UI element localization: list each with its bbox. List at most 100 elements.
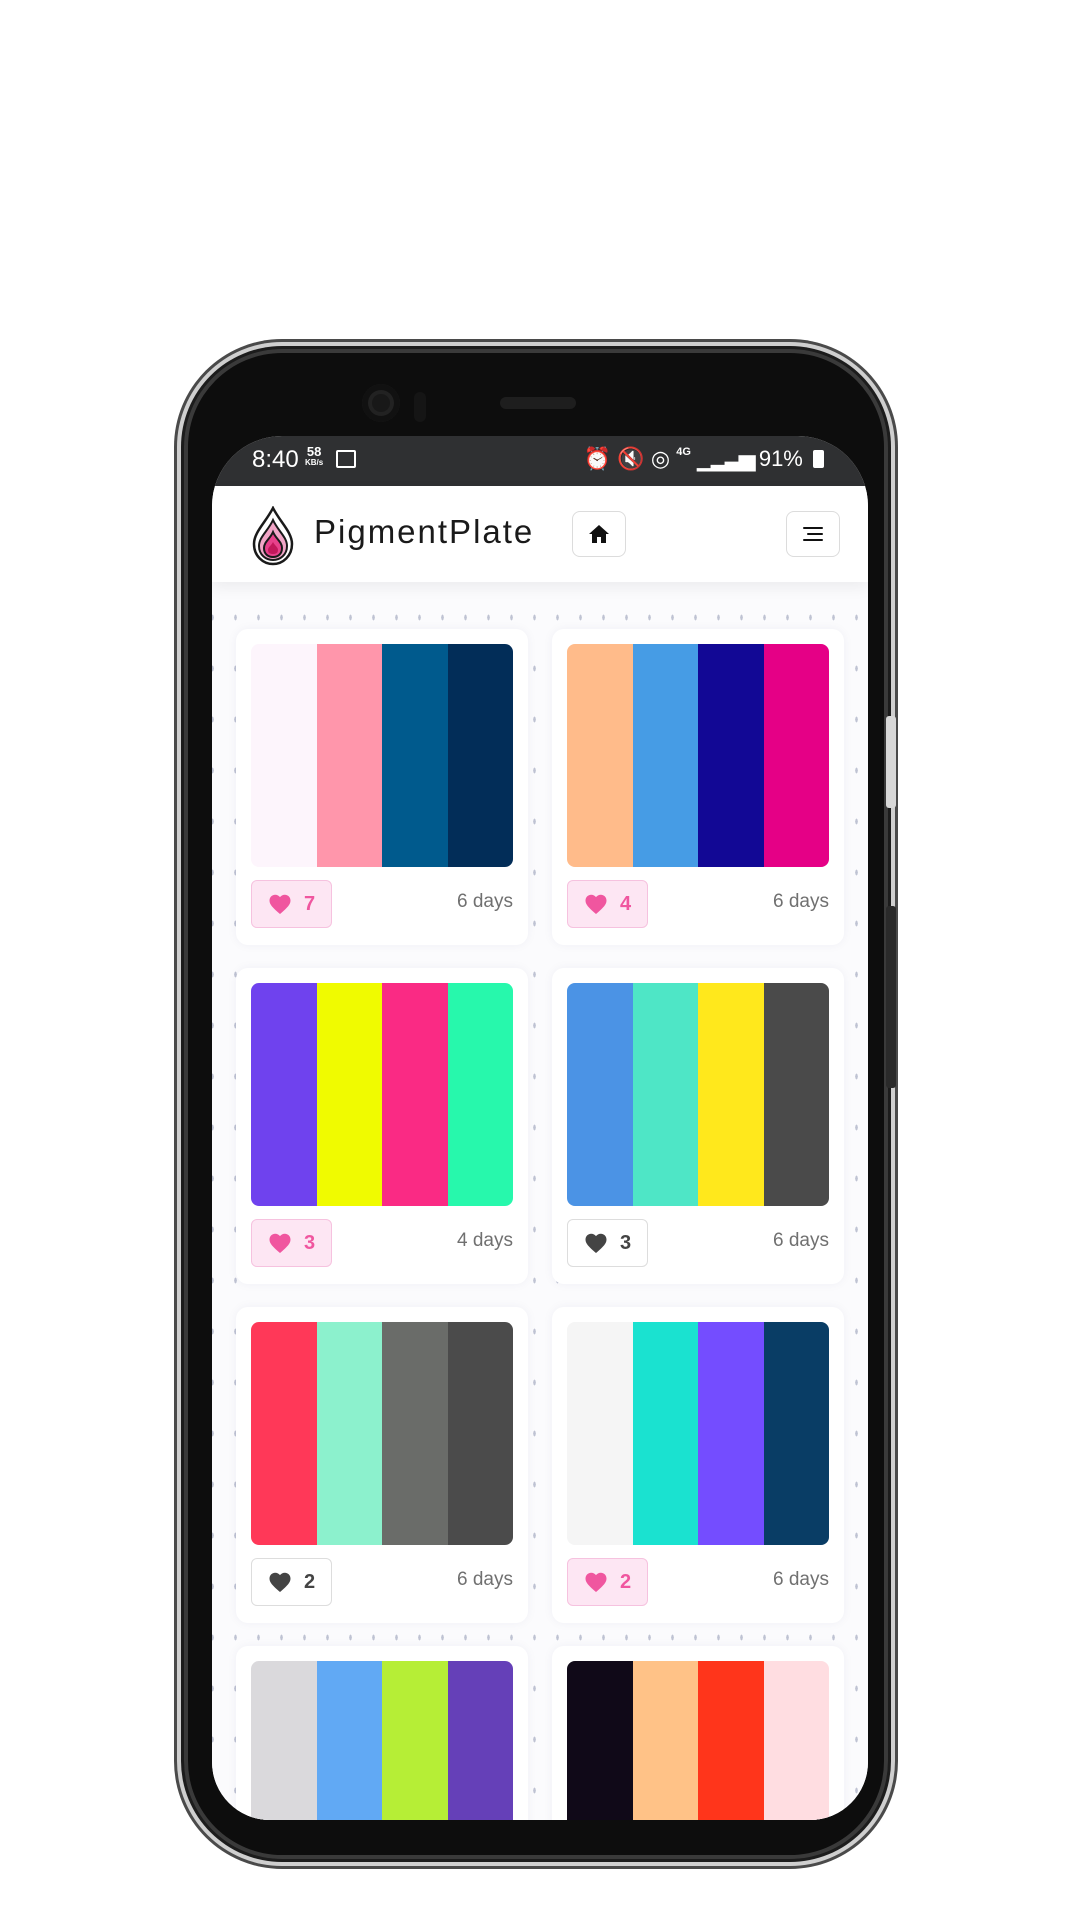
palette-card[interactable]: 2 6 days xyxy=(552,1307,844,1623)
palette-age: 6 days xyxy=(773,1230,829,1251)
network-speed: 58 KB/s xyxy=(305,445,323,467)
palette-age: 4 days xyxy=(457,1230,513,1251)
palette-card[interactable]: 7 6 days xyxy=(236,629,528,945)
color-swatch[interactable] xyxy=(382,983,448,1206)
palette-swatches[interactable] xyxy=(251,1661,513,1820)
color-swatch[interactable] xyxy=(698,644,764,867)
color-swatch[interactable] xyxy=(382,1322,448,1545)
like-button[interactable]: 4 xyxy=(567,880,649,928)
like-count: 3 xyxy=(620,1231,632,1254)
alarm-icon: ⏰ xyxy=(583,446,612,471)
heart-icon xyxy=(585,894,607,914)
like-count: 7 xyxy=(304,892,316,915)
power-button xyxy=(886,716,896,808)
like-button[interactable]: 2 xyxy=(567,1558,649,1606)
menu-button[interactable] xyxy=(786,511,840,557)
color-swatch[interactable] xyxy=(382,644,448,867)
home-button[interactable] xyxy=(572,511,626,557)
palette-swatches[interactable] xyxy=(567,1322,829,1545)
palette-swatches[interactable] xyxy=(251,1322,513,1545)
color-swatch[interactable] xyxy=(251,983,317,1206)
front-camera xyxy=(362,384,400,422)
color-swatch[interactable] xyxy=(763,1322,829,1545)
status-bar: 8:40 58 KB/s ⏰ 🔇 ◎ 4G ▁▂▃▅ 91% xyxy=(212,436,868,486)
color-swatch[interactable] xyxy=(698,983,764,1206)
palette-age: 6 days xyxy=(457,1569,513,1590)
network-speed-unit: KB/s xyxy=(305,458,324,467)
battery-icon xyxy=(813,450,824,468)
menu-icon xyxy=(803,527,823,541)
heart-icon xyxy=(585,1572,607,1592)
like-button[interactable]: 2 xyxy=(251,1558,333,1606)
palette-age: 6 days xyxy=(773,891,829,912)
color-swatch[interactable] xyxy=(447,644,513,867)
heart-icon xyxy=(269,1233,291,1253)
color-swatch[interactable] xyxy=(316,1661,382,1820)
palette-card[interactable] xyxy=(236,1646,528,1820)
like-button[interactable]: 3 xyxy=(251,1219,333,1267)
like-count: 2 xyxy=(620,1570,632,1593)
color-swatch[interactable] xyxy=(763,644,829,867)
color-swatch[interactable] xyxy=(632,644,698,867)
heart-icon xyxy=(269,1572,291,1592)
proximity-sensor xyxy=(414,392,426,422)
palette-age: 6 days xyxy=(457,891,513,912)
color-swatch[interactable] xyxy=(567,1661,633,1820)
color-swatch[interactable] xyxy=(251,1661,317,1820)
palette-swatches[interactable] xyxy=(251,644,513,867)
palette-swatches[interactable] xyxy=(251,983,513,1206)
status-time: 8:40 xyxy=(252,446,299,473)
color-swatch[interactable] xyxy=(698,1322,764,1545)
brand-name[interactable]: PigmentPlate xyxy=(314,513,534,551)
palette-swatches[interactable] xyxy=(567,983,829,1206)
like-count: 3 xyxy=(304,1231,316,1254)
status-icons: ⏰ 🔇 ◎ 4G ▁▂▃▅ 91% xyxy=(584,446,824,472)
color-swatch[interactable] xyxy=(567,983,633,1206)
color-swatch[interactable] xyxy=(316,1322,382,1545)
network-speed-value: 58 xyxy=(306,444,322,459)
color-swatch[interactable] xyxy=(567,1322,633,1545)
pigmentplate-logo-icon[interactable] xyxy=(250,506,296,566)
signal-icon: ▁▂▃▅ xyxy=(697,446,756,471)
gallery-notification-icon xyxy=(336,450,356,468)
like-button[interactable]: 3 xyxy=(567,1219,649,1267)
color-swatch[interactable] xyxy=(763,1661,829,1820)
color-swatch[interactable] xyxy=(382,1661,448,1820)
color-swatch[interactable] xyxy=(447,1322,513,1545)
palette-card[interactable]: 2 6 days xyxy=(236,1307,528,1623)
like-button[interactable]: 7 xyxy=(251,880,333,928)
heart-icon xyxy=(269,894,291,914)
color-swatch[interactable] xyxy=(251,1322,317,1545)
palette-card[interactable]: 4 6 days xyxy=(552,629,844,945)
palette-age: 6 days xyxy=(773,1569,829,1590)
earpiece-speaker xyxy=(500,397,576,409)
mute-icon: 🔇 xyxy=(617,446,645,471)
heart-icon xyxy=(585,1233,607,1253)
palette-card[interactable]: 3 6 days xyxy=(552,968,844,1284)
palette-card[interactable] xyxy=(552,1646,844,1820)
color-swatch[interactable] xyxy=(763,983,829,1206)
network-type: 4G xyxy=(676,446,691,458)
palette-card[interactable]: 3 4 days xyxy=(236,968,528,1284)
color-swatch[interactable] xyxy=(567,644,633,867)
color-swatch[interactable] xyxy=(447,983,513,1206)
navbar: PigmentPlate xyxy=(212,486,868,582)
color-swatch[interactable] xyxy=(251,644,317,867)
like-count: 4 xyxy=(620,892,632,915)
palette-swatches[interactable] xyxy=(567,644,829,867)
hotspot-icon: ◎ xyxy=(650,446,671,471)
color-swatch[interactable] xyxy=(632,1661,698,1820)
screen: 8:40 58 KB/s ⏰ 🔇 ◎ 4G ▁▂▃▅ 91% PigmentPl… xyxy=(212,436,868,1820)
color-swatch[interactable] xyxy=(316,644,382,867)
color-swatch[interactable] xyxy=(698,1661,764,1820)
volume-button xyxy=(886,906,896,1088)
home-icon xyxy=(589,525,609,543)
color-swatch[interactable] xyxy=(632,1322,698,1545)
color-swatch[interactable] xyxy=(632,983,698,1206)
color-swatch[interactable] xyxy=(316,983,382,1206)
color-swatch[interactable] xyxy=(447,1661,513,1820)
battery-percent: 91% xyxy=(758,446,803,471)
palette-grid: 7 6 days 4 6 days 3 4 days 3 6 days 2 6 days 2 6 da… xyxy=(212,582,868,1820)
like-count: 2 xyxy=(304,1570,316,1593)
palette-swatches[interactable] xyxy=(567,1661,829,1820)
